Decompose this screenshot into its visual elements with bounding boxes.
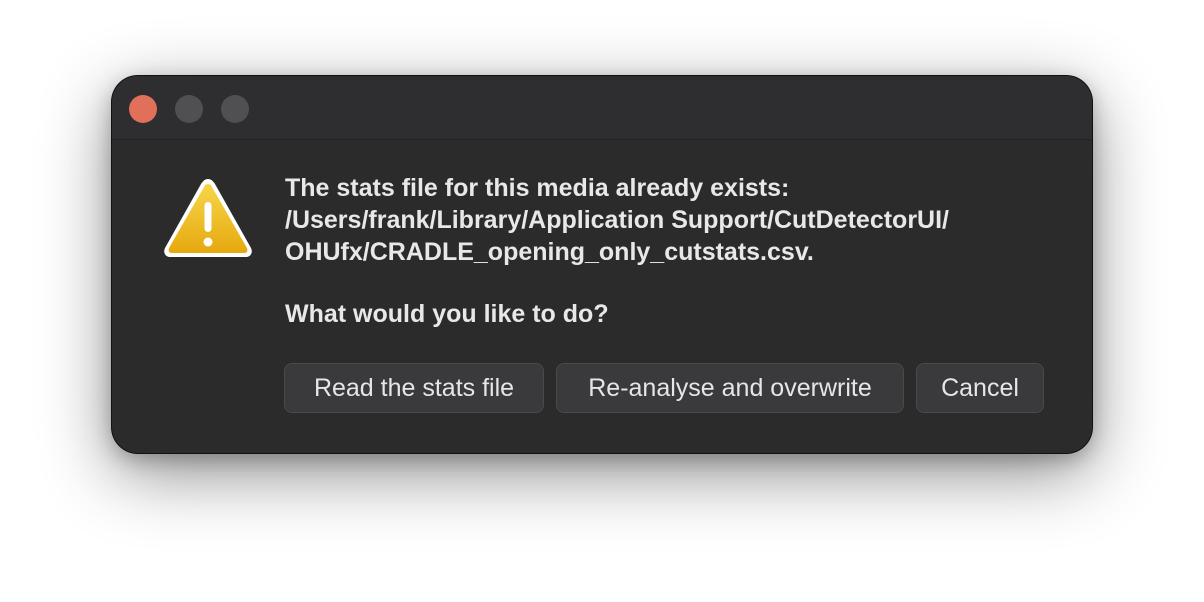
title-bar[interactable] bbox=[112, 76, 1092, 140]
minimize-window-button[interactable] bbox=[175, 95, 203, 123]
alert-question: What would you like to do? bbox=[285, 300, 609, 328]
alert-message-line-1: The stats file for this media already ex… bbox=[285, 174, 790, 202]
alert-message-line-3: OHUfx/CRADLE_opening_only_cutstats.csv. bbox=[285, 238, 814, 266]
alert-dialog-window: The stats file for this media already ex… bbox=[112, 76, 1092, 453]
zoom-window-button[interactable] bbox=[221, 95, 249, 123]
warning-icon bbox=[164, 179, 252, 257]
alert-message-line-2: /Users/frank/Library/Application Support… bbox=[285, 206, 949, 234]
cancel-button[interactable]: Cancel bbox=[916, 363, 1044, 413]
close-window-button[interactable] bbox=[129, 95, 157, 123]
reanalyse-overwrite-button[interactable]: Re-analyse and overwrite bbox=[556, 363, 904, 413]
alert-message: The stats file for this media already ex… bbox=[285, 172, 1045, 268]
read-stats-file-button[interactable]: Read the stats file bbox=[284, 363, 544, 413]
